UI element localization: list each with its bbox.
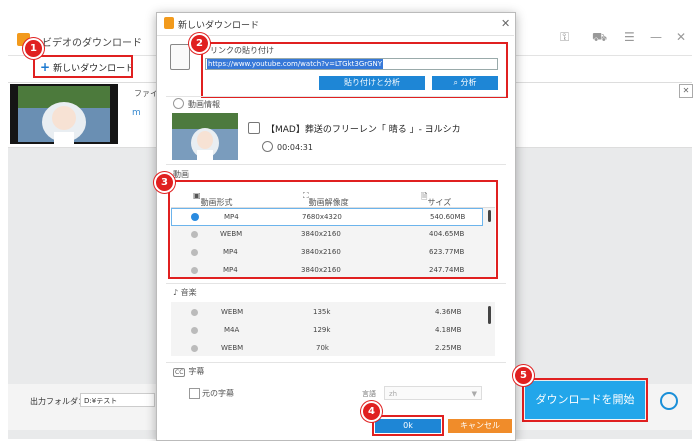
audio-format-table: WEBM 135k 4.36MB M4A 129k 4.18MB WEBM 70… <box>171 302 495 356</box>
chevron-down-icon: ▼ <box>471 390 477 398</box>
file-item: m <box>132 108 141 118</box>
row-format: M4A <box>224 326 240 334</box>
step-marker-4: 4 <box>361 401 382 422</box>
cart-icon[interactable]: ⛟ <box>592 30 607 46</box>
divider <box>166 362 506 363</box>
video-section-header: 動画 <box>173 169 189 180</box>
step-marker-3: 3 <box>154 172 175 193</box>
highlight-box-2 <box>201 42 508 98</box>
language-value: zh <box>389 390 398 398</box>
window-title: ビデオのダウンロード <box>42 38 142 49</box>
row-size: 4.18MB <box>435 326 462 334</box>
video-title: 【MAD】葬送のフリーレン「 晴る 」- ヨルシカ <box>266 125 461 135</box>
step-marker-2: 2 <box>189 33 210 54</box>
music-note-icon: ♪ <box>173 288 181 297</box>
row-size: 2.25MB <box>435 344 462 352</box>
row-bitrate: 129k <box>313 326 331 334</box>
video-thumbnail <box>172 113 238 160</box>
highlight-box-3 <box>168 180 498 279</box>
remove-item-icon[interactable]: ✕ <box>679 84 693 98</box>
radio-icon <box>191 309 198 316</box>
output-folder-input[interactable]: D:¥テスト <box>80 393 155 407</box>
alarm-clock-icon[interactable] <box>660 392 678 410</box>
dialog-logo-icon <box>164 17 174 29</box>
highlight-box-1 <box>33 55 133 78</box>
row-bitrate: 70k <box>316 344 329 352</box>
cancel-button[interactable]: キャンセル <box>448 419 512 433</box>
cc-icon: CC <box>173 368 186 377</box>
row-bitrate: 135k <box>313 308 331 316</box>
language-label: 言語 <box>362 390 376 398</box>
original-subtitle-checkbox[interactable] <box>189 388 200 399</box>
dialog-title: 新しいダウンロード <box>178 21 260 31</box>
video-file-icon <box>248 122 260 134</box>
video-section-label: 動画 <box>173 170 189 179</box>
row-size: 4.36MB <box>435 308 462 316</box>
audio-section-label: 音楽 <box>180 288 197 297</box>
table-row[interactable]: M4A 129k 4.18MB <box>171 322 483 340</box>
output-folder-label: 出力フォルダ： <box>30 397 86 406</box>
menu-icon[interactable]: ☰ <box>624 30 635 44</box>
row-format: WEBM <box>221 308 244 316</box>
table-row[interactable]: WEBM 70k 2.25MB <box>171 340 483 356</box>
duration-value: 00:04:31 <box>277 143 313 152</box>
video-duration: 00:04:31 <box>262 141 313 152</box>
minimize-icon[interactable]: — <box>650 30 662 44</box>
highlight-box-4 <box>372 415 444 436</box>
start-download-button[interactable]: ダウンロードを開始 <box>522 378 648 422</box>
step-marker-5: 5 <box>513 365 534 386</box>
video-info-label: 動画情報 <box>188 100 220 109</box>
key-icon[interactable]: ⚿ <box>560 30 569 45</box>
video-info-header: 動画情報 <box>173 98 220 110</box>
dialog-close-icon[interactable]: ✕ <box>501 17 510 30</box>
table-row[interactable]: WEBM 135k 4.36MB <box>171 304 483 322</box>
divider <box>166 283 506 284</box>
divider <box>166 164 506 165</box>
download-thumbnail <box>10 84 118 144</box>
original-subtitle-label: 元の字幕 <box>202 389 234 398</box>
clock-icon <box>262 141 273 152</box>
row-format: WEBM <box>221 344 244 352</box>
divider <box>166 96 506 97</box>
close-icon[interactable]: ✕ <box>676 30 686 44</box>
subtitle-section-label: 字幕 <box>188 367 205 376</box>
scrollbar[interactable] <box>488 306 491 324</box>
audio-section-header: ♪ 音楽 <box>173 287 197 298</box>
language-select[interactable]: zh ▼ <box>384 386 482 400</box>
clipboard-icon <box>170 44 190 70</box>
step-marker-1: 1 <box>23 38 44 59</box>
info-icon <box>173 98 184 109</box>
radio-icon <box>191 327 198 334</box>
radio-icon <box>191 345 198 352</box>
subtitle-section-header: CC 字幕 <box>173 366 204 377</box>
